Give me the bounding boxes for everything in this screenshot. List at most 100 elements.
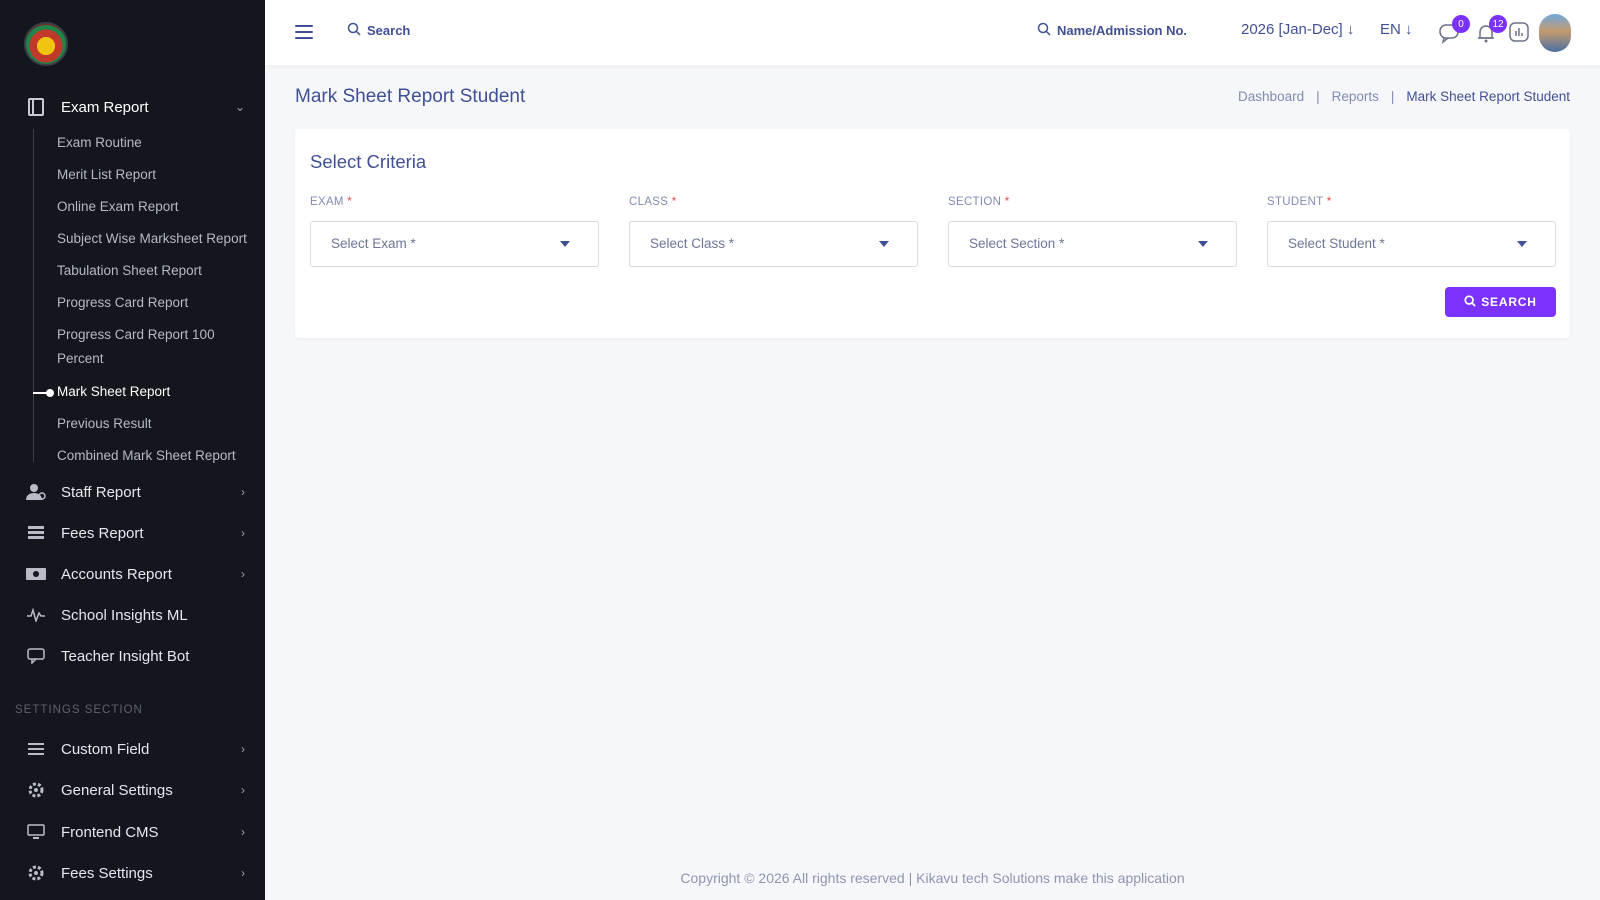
settings-section-title: SETTINGS SECTION <box>15 704 143 716</box>
search-button[interactable]: SEARCH <box>1445 287 1556 317</box>
sidebar-subitem-tabulation-sheet[interactable]: Tabulation Sheet Report <box>57 259 202 283</box>
top-search-label: Search <box>367 23 411 38</box>
required-mark: * <box>1004 196 1010 208</box>
section-select[interactable]: Select Section * <box>948 221 1237 267</box>
chevron-right-icon: › <box>241 866 245 880</box>
criteria-card: Select Criteria EXAM * Select Exam * CLA… <box>295 129 1570 338</box>
class-label: CLASS * <box>629 196 677 208</box>
search-icon <box>1464 294 1476 310</box>
sidebar-item-accounts-report[interactable]: Accounts Report › <box>0 556 265 592</box>
menu-toggle-icon[interactable] <box>295 25 313 39</box>
caret-down-icon <box>560 241 570 247</box>
stack-icon <box>26 523 46 543</box>
student-search[interactable]: Name/Admission No. <box>1037 22 1187 39</box>
page-title: Mark Sheet Report Student <box>295 86 526 107</box>
breadcrumb-current: Mark Sheet Report Student <box>1406 89 1570 104</box>
breadcrumb-reports[interactable]: Reports <box>1332 89 1379 104</box>
gear-icon <box>26 863 46 883</box>
section-select-value: Select Section * <box>969 236 1065 251</box>
exam-label: EXAM * <box>310 196 352 208</box>
exam-label-text: EXAM <box>310 196 344 208</box>
footer-copyright: Copyright © 2026 All rights reserved | K… <box>680 870 1185 886</box>
sidebar-subitem-subject-wise-marksheet[interactable]: Subject Wise Marksheet Report <box>57 227 247 251</box>
sidebar-subitem-label-cont: Percent <box>57 351 104 366</box>
sidebar-item-teacher-insight-bot[interactable]: Teacher Insight Bot <box>0 638 265 674</box>
monitor-icon <box>26 822 46 842</box>
chat-icon <box>26 646 46 666</box>
chevron-down-icon: ⌄ <box>234 100 245 114</box>
chart-icon <box>1509 22 1529 42</box>
notifications-button[interactable]: 12 <box>1475 15 1507 44</box>
breadcrumb-separator: | <box>1316 89 1320 104</box>
user-avatar[interactable] <box>1539 14 1571 52</box>
section-label: SECTION * <box>948 196 1010 208</box>
sidebar-item-label: Frontend CMS <box>61 823 159 841</box>
chevron-right-icon: › <box>241 567 245 581</box>
user-icon <box>26 482 46 502</box>
caret-down-icon <box>879 241 889 247</box>
sidebar-subitem-previous-result[interactable]: Previous Result <box>57 412 152 436</box>
section-label-text: SECTION <box>948 196 1002 208</box>
top-search[interactable]: Search <box>347 22 410 39</box>
sidebar-subitem-label: Progress Card Report 100 <box>57 327 215 342</box>
student-label: STUDENT * <box>1267 196 1331 208</box>
exam-select-value: Select Exam * <box>331 236 416 251</box>
sidebar-subitem-progress-card[interactable]: Progress Card Report <box>57 291 188 315</box>
messages-button[interactable]: 0 <box>1438 15 1470 44</box>
arrow-down-icon: ↓ <box>1405 21 1413 38</box>
breadcrumb-separator: | <box>1390 89 1395 104</box>
arrow-down-icon: ↓ <box>1346 21 1355 38</box>
sidebar-subitem-merit-list-report[interactable]: Merit List Report <box>57 163 156 187</box>
submenu-line <box>33 129 34 462</box>
breadcrumb: Dashboard | Reports | Mark Sheet Report … <box>1238 89 1570 104</box>
sidebar-subitem-exam-routine[interactable]: Exam Routine <box>57 131 142 155</box>
academic-year-select[interactable]: 2026 [Jan-Dec] ↓ <box>1241 21 1354 38</box>
sidebar-item-staff-report[interactable]: Staff Report › <box>0 474 265 510</box>
sidebar-item-label: Staff Report <box>61 483 141 501</box>
sidebar-item-general-settings[interactable]: General Settings › <box>0 772 265 808</box>
sidebar-item-label: Fees Report <box>61 524 144 542</box>
chevron-right-icon: › <box>241 485 245 499</box>
school-logo[interactable] <box>24 22 68 66</box>
sidebar-item-fees-settings[interactable]: Fees Settings › <box>0 855 265 891</box>
notifications-badge: 12 <box>1489 15 1507 33</box>
academic-year-value: 2026 [Jan-Dec] <box>1241 21 1343 38</box>
caret-down-icon <box>1517 241 1527 247</box>
sidebar-item-fees-report[interactable]: Fees Report › <box>0 515 265 551</box>
search-icon <box>1037 22 1051 39</box>
class-select[interactable]: Select Class * <box>629 221 918 267</box>
sidebar-subitem-mark-sheet-report[interactable]: Mark Sheet Report <box>57 380 170 404</box>
chevron-right-icon: › <box>241 783 245 797</box>
top-bar: Search Name/Admission No. 2026 [Jan-Dec]… <box>265 0 1600 65</box>
sidebar-item-school-insights[interactable]: School Insights ML <box>0 597 265 633</box>
sidebar-item-label: Custom Field <box>61 740 150 758</box>
money-icon <box>26 564 46 584</box>
sidebar-item-label: Teacher Insight Bot <box>61 647 190 665</box>
student-select[interactable]: Select Student * <box>1267 221 1556 267</box>
active-indicator <box>33 389 54 397</box>
exam-select[interactable]: Select Exam * <box>310 221 599 267</box>
book-icon <box>26 97 46 117</box>
student-search-label: Name/Admission No. <box>1057 23 1188 38</box>
sidebar-item-exam-report[interactable]: Exam Report ⌄ <box>0 89 265 125</box>
sidebar-item-custom-field[interactable]: Custom Field › <box>0 731 265 767</box>
sidebar-subitem-combined-mark-sheet[interactable]: Combined Mark Sheet Report <box>57 444 236 468</box>
analytics-button[interactable] <box>1509 22 1531 44</box>
required-mark: * <box>671 196 677 208</box>
sidebar-item-label: General Settings <box>61 781 173 799</box>
sidebar-subitem-online-exam-report[interactable]: Online Exam Report <box>57 195 179 219</box>
language-select[interactable]: EN ↓ <box>1380 21 1413 38</box>
required-mark: * <box>1326 196 1332 208</box>
sidebar-item-label: Exam Report <box>61 98 149 116</box>
pulse-icon <box>26 605 46 625</box>
breadcrumb-dashboard[interactable]: Dashboard <box>1238 89 1304 104</box>
sidebar: Exam Report ⌄ Exam Routine Merit List Re… <box>0 0 265 900</box>
gear-icon <box>26 780 46 800</box>
caret-down-icon <box>1198 241 1208 247</box>
messages-badge: 0 <box>1452 15 1470 33</box>
sidebar-item-frontend-cms[interactable]: Frontend CMS › <box>0 814 265 850</box>
chevron-right-icon: › <box>241 742 245 756</box>
criteria-title: Select Criteria <box>310 151 427 172</box>
search-button-label: SEARCH <box>1481 295 1537 309</box>
sidebar-item-label: School Insights ML <box>61 606 188 624</box>
